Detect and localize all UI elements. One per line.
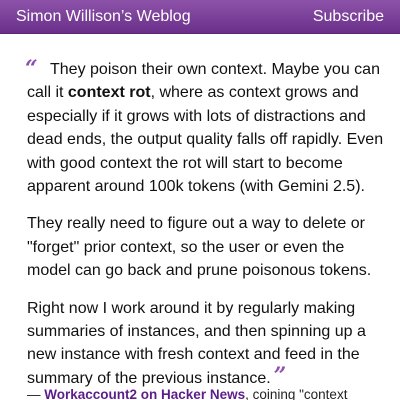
text-line: "forget" prior context, so the user or e… bbox=[27, 238, 345, 256]
text-line: summary of the previous instance. bbox=[27, 369, 271, 387]
site-header: Simon Willison’s Weblog Subscribe bbox=[0, 0, 400, 34]
quote-attribution: — Workaccount2 on Hacker News, coining "… bbox=[27, 387, 399, 400]
text-line: , where as context grows and bbox=[150, 84, 359, 102]
text-line: They poison their own context. Maybe you… bbox=[50, 61, 380, 78]
quote-paragraph-1: They poison their own context. Maybe you… bbox=[27, 58, 387, 198]
attribution-dash: — bbox=[27, 387, 45, 400]
blockquote: “ They poison their own context. Maybe y… bbox=[25, 56, 387, 400]
text-line: especially if it grows with lots of dist… bbox=[27, 107, 366, 125]
text-line: dead ends, the output quality falls off … bbox=[27, 131, 384, 149]
open-quote-icon: “ bbox=[25, 56, 38, 82]
quote-paragraph-3: Right now I work around it by regularly … bbox=[27, 297, 387, 391]
quote-paragraph-2: They really need to figure out a way to … bbox=[27, 212, 387, 282]
text-line: call it bbox=[27, 84, 68, 102]
attribution-suffix: , coining "context bbox=[245, 387, 348, 400]
text-line: summaries of instances, and then spinnin… bbox=[27, 323, 366, 341]
text-line: with good context the rot will start to … bbox=[27, 154, 343, 172]
text-line: new instance with fresh context and feed… bbox=[27, 346, 360, 364]
source-link[interactable]: Workaccount2 on Hacker News bbox=[44, 387, 245, 400]
text-line: They really need to figure out a way to … bbox=[27, 215, 365, 233]
text-line: model can go back and prune poisonous to… bbox=[27, 262, 372, 280]
blog-page: Simon Willison’s Weblog Subscribe “ They… bbox=[0, 0, 400, 400]
site-title-link[interactable]: Simon Willison’s Weblog bbox=[16, 8, 191, 26]
subscribe-link[interactable]: Subscribe bbox=[313, 8, 384, 26]
text-line: apparent around 100k tokens (with Gemini… bbox=[27, 178, 365, 196]
bold-term: context rot bbox=[67, 84, 151, 102]
text-line: Right now I work around it by regularly … bbox=[27, 299, 356, 317]
close-quote-icon: ” bbox=[273, 362, 287, 389]
